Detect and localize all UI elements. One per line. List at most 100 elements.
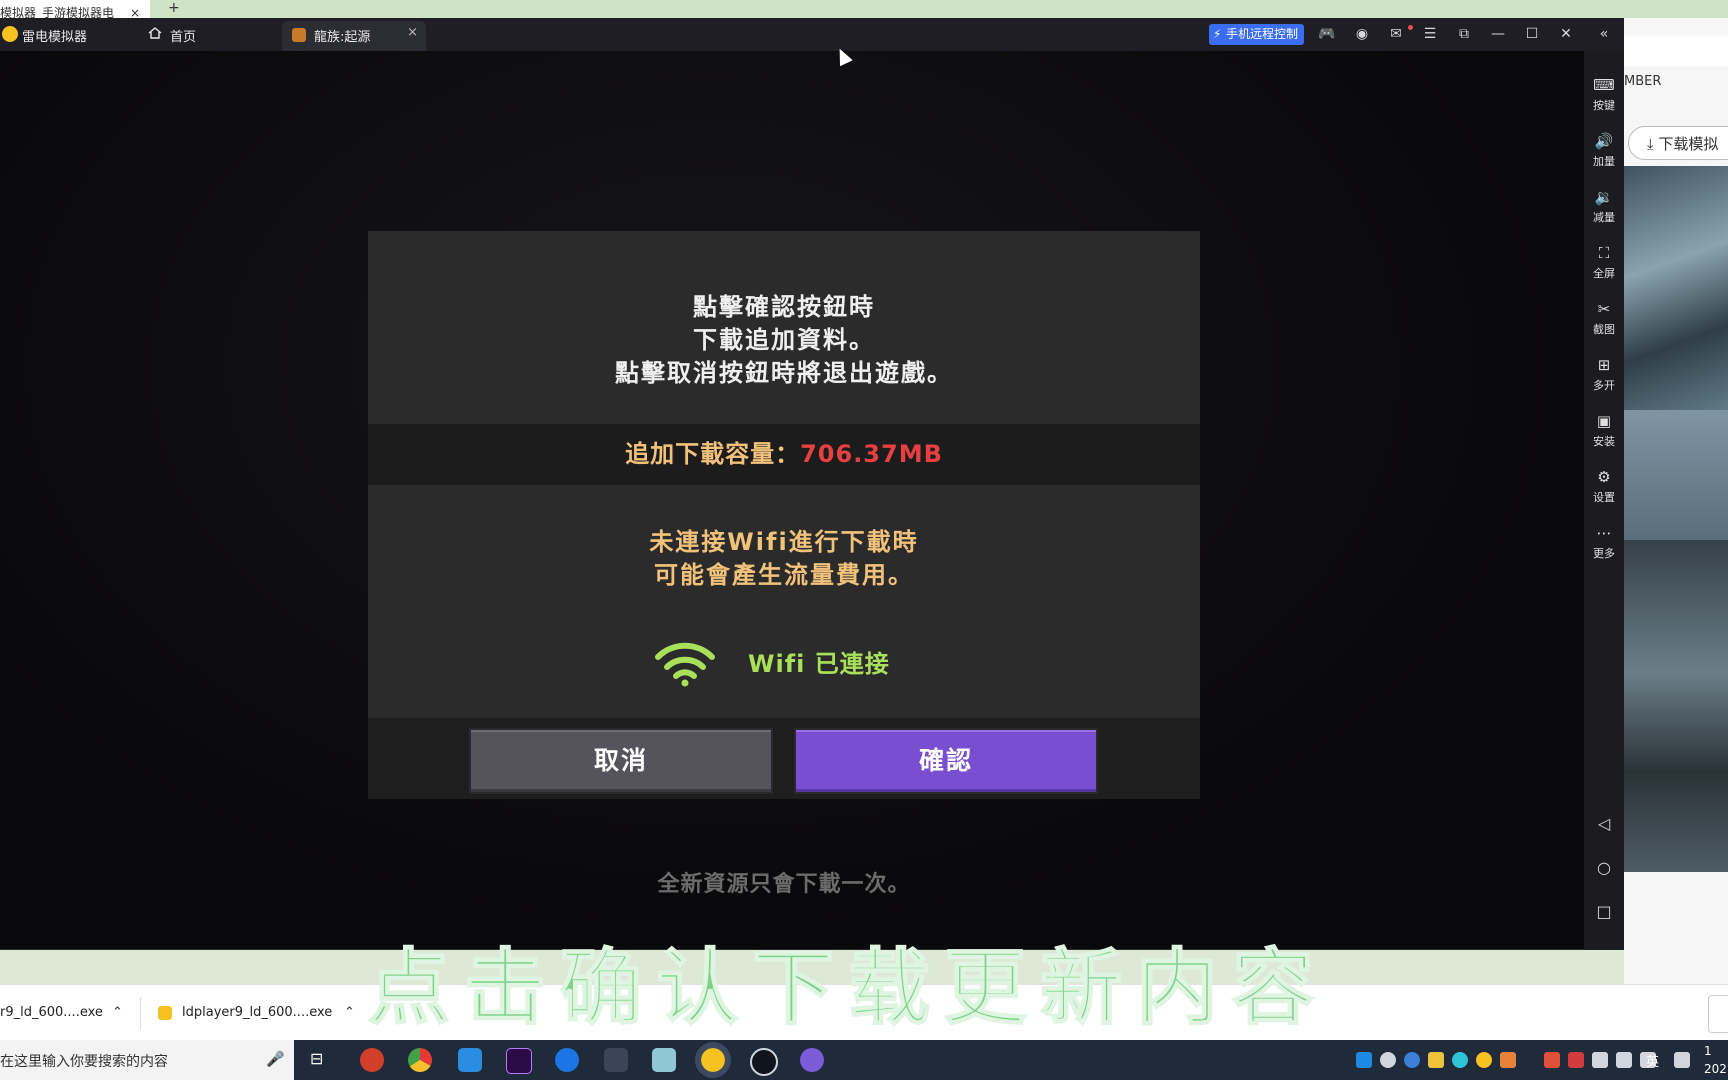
- premiere-icon[interactable]: [506, 1048, 532, 1074]
- tray-icon[interactable]: [1616, 1052, 1632, 1068]
- windows-taskbar: 在这里输入你要搜索的内容 🎤 ⊟ 英 1 202: [0, 1040, 1728, 1080]
- tray-icon[interactable]: [1674, 1052, 1690, 1068]
- game-screen[interactable]: 點擊確認按鈕時 下載追加資料。 點擊取消按鈕時將退出遊戲。 追加下載容量：706…: [0, 51, 1584, 950]
- tray-icon[interactable]: [1568, 1052, 1584, 1068]
- download-item[interactable]: ldplayer9_ld_600....exe: [158, 985, 332, 1041]
- tray-icon[interactable]: [1404, 1052, 1420, 1068]
- multi-open-icon: ⊞: [1597, 356, 1611, 374]
- search-input[interactable]: 在这里输入你要搜索的内容: [0, 1051, 168, 1071]
- clock-time: 1: [1704, 1044, 1712, 1058]
- download-size-label: 追加下載容量：: [625, 440, 801, 468]
- restore-window-icon[interactable]: ⧉: [1454, 24, 1474, 44]
- data-charge-warning: 未連接Wifi進行下載時 可能會產生流量費用。: [368, 526, 1200, 592]
- download-dialog: 點擊確認按鈕時 下載追加資料。 點擊取消按鈕時將退出遊戲。 追加下載容量：706…: [368, 231, 1200, 799]
- chevron-up-icon[interactable]: ⌃: [344, 985, 355, 1041]
- sidebar-item-install-apk[interactable]: ▣ 安装: [1584, 411, 1624, 449]
- sidebar-item-multi-instance[interactable]: ⊞ 多开: [1584, 355, 1624, 393]
- game-app-icon: [292, 28, 306, 42]
- sidebar-item-volume-down[interactable]: 🔉 减量: [1584, 187, 1624, 225]
- game-thumbnail[interactable]: [1624, 166, 1728, 410]
- sidebar-item-label: 加量: [1593, 155, 1615, 168]
- clock-date: 202: [1704, 1062, 1727, 1076]
- confirm-button[interactable]: 確認: [794, 728, 1098, 794]
- chrome-icon[interactable]: [408, 1048, 432, 1072]
- collapse-sidebar-icon[interactable]: «: [1594, 24, 1614, 44]
- fullscreen-icon: ⛶: [1598, 244, 1610, 262]
- app-icon[interactable]: [604, 1048, 628, 1072]
- browser-tab-close-icon[interactable]: ×: [130, 0, 140, 18]
- obs-icon[interactable]: [750, 1048, 778, 1076]
- user-icon[interactable]: ◉: [1352, 24, 1372, 44]
- tray-icon[interactable]: [1592, 1052, 1608, 1068]
- android-back-icon[interactable]: ◁: [1584, 814, 1624, 833]
- app-icon[interactable]: [652, 1048, 676, 1072]
- tray-icon[interactable]: [1380, 1052, 1396, 1068]
- game-thumbnail[interactable]: [1624, 410, 1728, 540]
- tray-icon[interactable]: [1500, 1052, 1516, 1068]
- ime-indicator[interactable]: 英: [1646, 1051, 1659, 1070]
- app-icon[interactable]: [800, 1048, 824, 1072]
- minimize-icon[interactable]: —: [1488, 24, 1508, 44]
- tray-icon[interactable]: [1428, 1052, 1444, 1068]
- tab-home[interactable]: 首页: [138, 18, 278, 51]
- download-filename: ldplayer9_ld_600....exe: [182, 1005, 333, 1020]
- new-tab-button[interactable]: +: [168, 0, 180, 16]
- volume-up-icon: 🔊: [1594, 132, 1614, 150]
- emulator-titlebar: 雷电模拟器 首页 龍族:起源 × ⚡ 手机远程控制 🎮 ◉ ✉ ☰ ⧉ — ☐ …: [0, 18, 1624, 51]
- browser-tab[interactable]: 模拟器_手游模拟器电 ×: [0, 0, 150, 18]
- sidebar-item-label: 多开: [1593, 379, 1615, 392]
- app-icon[interactable]: [360, 1048, 384, 1072]
- gamepad-icon[interactable]: 🎮: [1317, 24, 1337, 44]
- taskbar-search[interactable]: 在这里输入你要搜索的内容 🎤: [0, 1040, 294, 1080]
- tray-icon[interactable]: [1476, 1052, 1492, 1068]
- android-recents-icon[interactable]: □: [1584, 902, 1624, 921]
- task-view-icon[interactable]: ⊟: [310, 1049, 323, 1068]
- bolt-icon: ⚡: [1213, 27, 1222, 41]
- close-icon[interactable]: ✕: [1556, 24, 1576, 44]
- show-all-downloads-button[interactable]: [1708, 995, 1728, 1033]
- wifi-icon: [655, 642, 715, 687]
- settings-icon: ⚙: [1597, 468, 1611, 486]
- sidebar-item-settings[interactable]: ⚙ 设置: [1584, 467, 1624, 505]
- sidebar-item-keymap[interactable]: ⌨ 按键: [1584, 75, 1624, 113]
- dialog-message-line: 下載追加資料。: [693, 326, 875, 354]
- download-item[interactable]: r9_ld_600....exe: [0, 985, 103, 1041]
- game-thumbnail[interactable]: [1624, 540, 1728, 872]
- maximize-icon[interactable]: ☐: [1522, 24, 1542, 44]
- sidebar-item-label: 按键: [1593, 99, 1615, 112]
- sidebar-item-label: 安装: [1593, 435, 1615, 448]
- dialog-message: 點擊確認按鈕時 下載追加資料。 點擊取消按鈕時將退出遊戲。: [368, 291, 1200, 390]
- microphone-icon[interactable]: 🎤: [266, 1050, 285, 1068]
- dialog-message-line: 點擊確認按鈕時: [693, 293, 875, 321]
- sidebar-item-fullscreen[interactable]: ⛶ 全屏: [1584, 243, 1624, 281]
- ldplayer-taskbar-icon[interactable]: [695, 1042, 731, 1078]
- tab-game[interactable]: 龍族:起源 ×: [282, 21, 426, 51]
- sidebar-item-screenshot[interactable]: ✂ 截图: [1584, 299, 1624, 337]
- chevron-up-icon[interactable]: ⌃: [112, 985, 123, 1041]
- emulator-window: 雷电模拟器 首页 龍族:起源 × ⚡ 手机远程控制 🎮 ◉ ✉ ☰ ⧉ — ☐ …: [0, 18, 1624, 950]
- dialog-message-line: 點擊取消按鈕時將退出遊戲。: [615, 359, 953, 387]
- footnote: 全新資源只會下載一次。: [657, 872, 911, 897]
- tab-close-icon[interactable]: ×: [407, 25, 418, 40]
- clock[interactable]: 1 202: [1704, 1042, 1727, 1078]
- download-emulator-button[interactable]: ⤓ 下载模拟: [1628, 126, 1728, 160]
- dialog-button-bar: 取消 確認: [368, 718, 1200, 799]
- mail-icon[interactable]: ✉: [1386, 24, 1406, 44]
- apk-icon: ▣: [1596, 412, 1612, 430]
- app-icon[interactable]: [458, 1048, 482, 1072]
- android-home-icon[interactable]: ○: [1584, 858, 1624, 877]
- browser-tab-title: 模拟器_手游模拟器电: [0, 6, 115, 18]
- remote-control-label: 手机远程控制: [1225, 27, 1298, 41]
- tray-icon[interactable]: [1452, 1052, 1468, 1068]
- more-icon: ⋯: [1596, 524, 1612, 542]
- cancel-button[interactable]: 取消: [469, 728, 773, 794]
- remote-control-button[interactable]: ⚡ 手机远程控制: [1209, 24, 1304, 45]
- sidebar-item-volume-up[interactable]: 🔊 加量: [1584, 131, 1624, 169]
- tray-icon[interactable]: [1356, 1052, 1372, 1068]
- app-icon[interactable]: [555, 1048, 579, 1072]
- download-icon: ⤓: [1647, 135, 1659, 153]
- menu-icon[interactable]: ☰: [1420, 24, 1440, 44]
- home-icon: [148, 27, 162, 39]
- tray-icon[interactable]: [1544, 1052, 1560, 1068]
- sidebar-item-more[interactable]: ⋯ 更多: [1584, 523, 1624, 561]
